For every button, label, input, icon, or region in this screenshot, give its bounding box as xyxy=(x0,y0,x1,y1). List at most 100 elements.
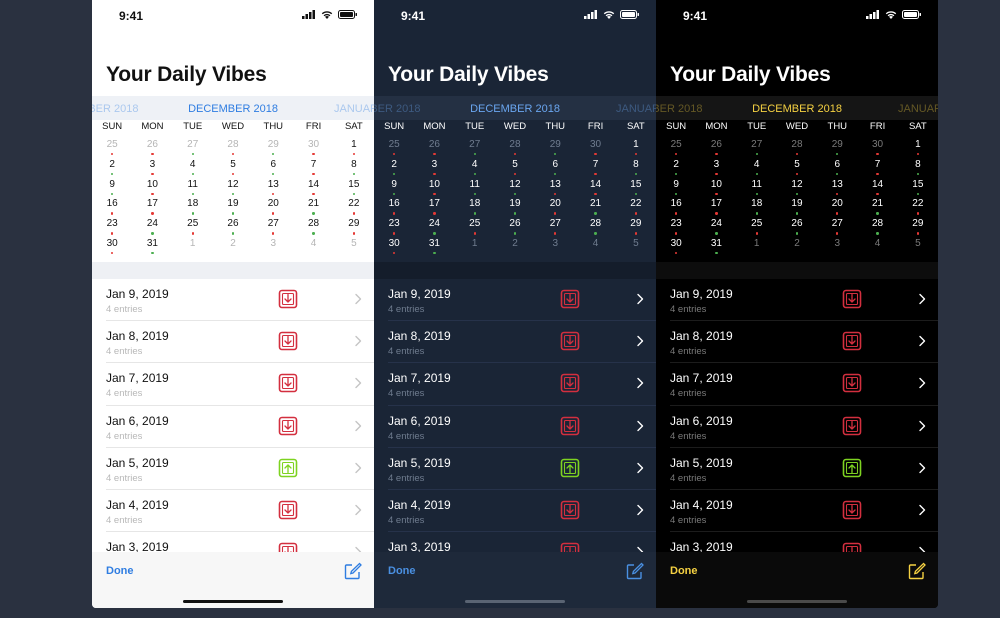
calendar-day[interactable]: 23 xyxy=(92,217,132,237)
list-item[interactable]: Jan 7, 2019 4 entries xyxy=(656,363,938,406)
calendar-day[interactable]: 19 xyxy=(495,197,535,217)
calendar-day[interactable]: 21 xyxy=(575,197,615,217)
calendar-day[interactable]: 4 xyxy=(737,158,777,178)
calendar-day[interactable]: 4 xyxy=(455,158,495,178)
calendar-day[interactable]: 30 xyxy=(92,237,132,257)
calendar-day[interactable]: 2 xyxy=(374,158,414,178)
calendar-day[interactable]: 23 xyxy=(374,217,414,237)
calendar-day[interactable]: 28 xyxy=(857,217,897,237)
calendar-day[interactable]: 8 xyxy=(334,158,374,178)
calendar-day[interactable]: 6 xyxy=(253,158,293,178)
calendar-day[interactable]: 14 xyxy=(575,178,615,198)
calendar-day[interactable]: 13 xyxy=(817,178,857,198)
calendar-day[interactable]: 30 xyxy=(293,138,333,158)
calendar-day[interactable]: 12 xyxy=(777,178,817,198)
calendar-day[interactable]: 30 xyxy=(857,138,897,158)
calendar-day[interactable]: 5 xyxy=(213,158,253,178)
calendar-day[interactable]: 21 xyxy=(857,197,897,217)
list-item[interactable]: Jan 5, 2019 4 entries xyxy=(92,448,374,490)
calendar-day[interactable]: 10 xyxy=(132,178,172,198)
calendar-day[interactable]: 3 xyxy=(817,237,857,257)
calendar-day[interactable]: 5 xyxy=(495,158,535,178)
calendar-day[interactable]: 6 xyxy=(817,158,857,178)
calendar-day[interactable]: 5 xyxy=(616,237,656,257)
next-month-label[interactable]: JANUARY 2019 xyxy=(616,103,656,115)
list-item[interactable]: Jan 6, 2019 4 entries xyxy=(374,406,656,448)
calendar-day[interactable]: 30 xyxy=(374,237,414,257)
calendar-day[interactable]: 7 xyxy=(857,158,897,178)
compose-icon[interactable] xyxy=(344,562,362,580)
calendar-day[interactable]: 12 xyxy=(213,178,253,198)
calendar-day[interactable]: 4 xyxy=(857,237,897,257)
calendar-day[interactable]: 14 xyxy=(857,178,897,198)
calendar-day[interactable]: 29 xyxy=(334,217,374,237)
calendar-day[interactable]: 25 xyxy=(656,138,696,158)
next-month-label[interactable]: JANUARY 2019 xyxy=(334,103,374,115)
list-item[interactable]: Jan 5, 2019 4 entries xyxy=(656,448,938,490)
calendar-day[interactable]: 1 xyxy=(616,138,656,158)
list-item[interactable]: Jan 4, 2019 4 entries xyxy=(374,490,656,533)
calendar-day[interactable]: 27 xyxy=(817,217,857,237)
calendar-day[interactable]: 24 xyxy=(696,217,736,237)
calendar-day[interactable]: 17 xyxy=(696,197,736,217)
calendar-day[interactable]: 5 xyxy=(334,237,374,257)
calendar-day[interactable]: 21 xyxy=(293,197,333,217)
list-item[interactable]: Jan 9, 2019 4 entries xyxy=(92,279,374,322)
calendar-day[interactable]: 3 xyxy=(696,158,736,178)
calendar-day[interactable]: 1 xyxy=(334,138,374,158)
calendar-day[interactable]: 25 xyxy=(737,217,777,237)
calendar-day[interactable]: 2 xyxy=(213,237,253,257)
list-item[interactable]: Jan 4, 2019 4 entries xyxy=(92,490,374,533)
calendar-day[interactable]: 1 xyxy=(737,237,777,257)
calendar-day[interactable]: 20 xyxy=(253,197,293,217)
calendar-day[interactable]: 24 xyxy=(132,217,172,237)
calendar-day[interactable]: 28 xyxy=(293,217,333,237)
calendar-day[interactable]: 25 xyxy=(92,138,132,158)
calendar-day[interactable]: 2 xyxy=(656,158,696,178)
calendar-day[interactable]: 27 xyxy=(455,138,495,158)
month-bar[interactable]: NOVEMBER 2018 DECEMBER 2018 JANUARY 2019 xyxy=(374,96,656,120)
calendar-day[interactable]: 17 xyxy=(132,197,172,217)
calendar-day[interactable]: 3 xyxy=(414,158,454,178)
list-item[interactable]: Jan 8, 2019 4 entries xyxy=(656,321,938,364)
list-item[interactable]: Jan 7, 2019 4 entries xyxy=(92,363,374,406)
month-bar[interactable]: NOVEMBER 2018 DECEMBER 2018 JANUARY 2019 xyxy=(92,96,374,120)
calendar-day[interactable]: 29 xyxy=(616,217,656,237)
calendar-day[interactable]: 19 xyxy=(213,197,253,217)
calendar-day[interactable]: 1 xyxy=(173,237,213,257)
calendar-day[interactable]: 30 xyxy=(575,138,615,158)
calendar-day[interactable]: 29 xyxy=(535,138,575,158)
list-item[interactable]: Jan 9, 2019 4 entries xyxy=(374,279,656,322)
calendar-day[interactable]: 27 xyxy=(173,138,213,158)
calendar-day[interactable]: 26 xyxy=(414,138,454,158)
calendar-day[interactable]: 13 xyxy=(253,178,293,198)
calendar-day[interactable]: 16 xyxy=(92,197,132,217)
calendar-day[interactable]: 30 xyxy=(656,237,696,257)
calendar-day[interactable]: 25 xyxy=(455,217,495,237)
calendar-day[interactable]: 8 xyxy=(898,158,938,178)
done-button[interactable]: Done xyxy=(388,565,416,577)
calendar-day[interactable]: 17 xyxy=(414,197,454,217)
calendar-day[interactable]: 11 xyxy=(737,178,777,198)
calendar-day[interactable]: 11 xyxy=(173,178,213,198)
calendar-day[interactable]: 22 xyxy=(334,197,374,217)
calendar-day[interactable]: 4 xyxy=(575,237,615,257)
calendar-day[interactable]: 25 xyxy=(374,138,414,158)
calendar-day[interactable]: 26 xyxy=(495,217,535,237)
calendar-day[interactable]: 9 xyxy=(374,178,414,198)
calendar-day[interactable]: 10 xyxy=(696,178,736,198)
list-item[interactable]: Jan 4, 2019 4 entries xyxy=(656,490,938,533)
list-item[interactable]: Jan 8, 2019 4 entries xyxy=(92,321,374,364)
calendar-day[interactable]: 28 xyxy=(575,217,615,237)
calendar-day[interactable]: 15 xyxy=(616,178,656,198)
calendar-day[interactable]: 20 xyxy=(535,197,575,217)
calendar-day[interactable]: 2 xyxy=(92,158,132,178)
calendar-day[interactable]: 26 xyxy=(213,217,253,237)
calendar-day[interactable]: 7 xyxy=(575,158,615,178)
calendar-day[interactable]: 31 xyxy=(696,237,736,257)
calendar-day[interactable]: 4 xyxy=(293,237,333,257)
calendar-day[interactable]: 22 xyxy=(898,197,938,217)
calendar-day[interactable]: 13 xyxy=(535,178,575,198)
list-item[interactable]: Jan 9, 2019 4 entries xyxy=(656,279,938,322)
calendar-day[interactable]: 28 xyxy=(777,138,817,158)
